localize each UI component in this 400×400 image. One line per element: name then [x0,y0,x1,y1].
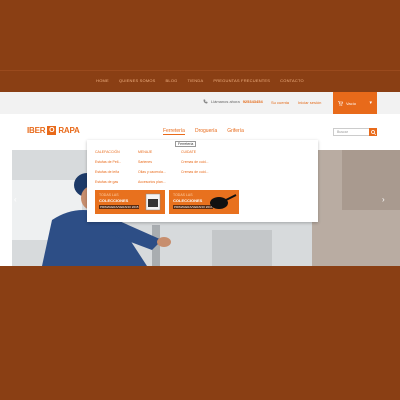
search-box[interactable]: Buscar [333,128,377,136]
nav-about[interactable]: QUIENES SOMOS [119,78,156,83]
promo-banner-pans[interactable]: TODAS LAS COLECCIONES PRIMAVERA/VERANO 2… [169,190,239,214]
col-item[interactable]: Accesorios plan... [138,180,166,184]
login-link[interactable]: Iniciar sesión [298,100,321,105]
nav-blog[interactable]: BLOG [166,78,178,83]
logo[interactable]: IBER O RAPA [27,126,80,135]
category-drogueria[interactable]: Droguería [195,128,217,135]
slider-prev-icon[interactable]: ‹ [14,195,17,204]
col-item[interactable]: Sartenes [138,160,166,164]
dropdown-col-menaje: MENAJE Sartenes Ollas y cacerola... Acce… [138,150,166,190]
chevron-down-icon: ▾ [369,100,372,106]
account-link[interactable]: Su cuenta [271,100,289,105]
cart-label: Vacío [346,100,356,106]
nav-faq[interactable]: PREGUNTAS FRECUENTES [213,78,270,83]
tooltip: Ferretería [175,141,197,147]
category-griferia[interactable]: Grifería [227,128,244,135]
dropdown-col-cuidate: CUIDATE Cremas de cuid... Cremas de cuid… [181,150,208,180]
col-heading[interactable]: MENAJE [138,150,166,154]
banner-line2: COLECCIONES [99,198,129,203]
banner-line3: PRIMAVERA/VERANO 2015 [173,205,214,209]
logo-mark: O [47,126,57,135]
search-button[interactable] [369,128,377,136]
banner-line1: TODAS LAS [99,193,119,197]
col-item[interactable]: Estufas de gas [95,180,121,184]
col-item[interactable]: Estufas de Pell... [95,160,121,164]
col-item[interactable]: Estufas de leña [95,170,121,174]
slider-next-icon[interactable]: › [382,195,385,204]
nav-shop[interactable]: TIENDA [187,78,203,83]
col-heading[interactable]: CUIDATE [181,150,208,154]
col-item[interactable]: Ollas y cacerola... [138,170,166,174]
banner-line1: TODAS LAS [173,193,193,197]
category-menu: Ferretería Droguería Grifería [163,128,244,135]
top-navigation: HOME QUIENES SOMOS BLOG TIENDA PREGUNTAS… [0,70,400,90]
info-bar: Llámanos ahora 925343454 Su cuenta Inici… [0,92,400,114]
logo-mark-letter: O [49,127,55,134]
phone-label: Llámanos ahora [211,99,240,104]
frying-pan-icon [210,194,237,209]
cart-button[interactable]: Vacío ▾ [333,92,377,114]
phone-info: Llámanos ahora 925343454 [203,99,263,104]
nav-home[interactable]: HOME [96,78,109,83]
stove-icon [145,193,161,211]
logo-left: IBER [27,126,46,135]
cart-icon [338,100,343,106]
search-placeholder: Buscar [337,130,348,134]
banner-line3: PRIMAVERA/VERANO 2015 [99,205,140,209]
category-ferreteria[interactable]: Ferretería [163,128,185,135]
promo-banner-stoves[interactable]: TODAS LAS COLECCIONES PRIMAVERA/VERANO 2… [95,190,165,214]
banner-line2: COLECCIONES [173,198,203,203]
phone-icon [203,99,208,104]
col-item[interactable]: Cremas de cuid... [181,170,208,174]
footer-area [0,266,400,400]
col-heading[interactable]: CALEFACCIÓN [95,150,121,154]
nav-contact[interactable]: CONTACTO [280,78,304,83]
col-item[interactable]: Cremas de cuid... [181,160,208,164]
phone-number[interactable]: 925343454 [243,99,263,104]
search-icon [370,129,376,135]
logo-right: RAPA [58,126,80,135]
dropdown-col-calefaccion: CALEFACCIÓN Estufas de Pell... Estufas d… [95,150,121,190]
